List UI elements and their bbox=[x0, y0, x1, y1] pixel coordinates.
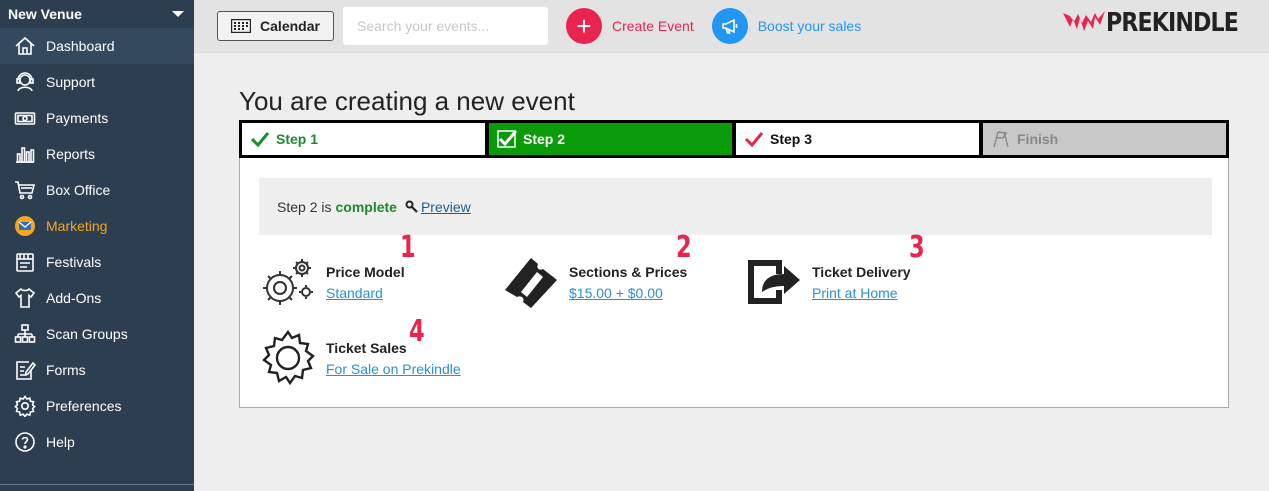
item-title: Ticket Sales bbox=[326, 339, 407, 356]
help-icon bbox=[14, 431, 36, 453]
home-icon bbox=[14, 35, 36, 57]
create-event-label: Create Event bbox=[612, 18, 694, 34]
step-content-panel: Step 2 is complete Preview Price Model S… bbox=[239, 158, 1229, 408]
sidebar-item-label: Scan Groups bbox=[46, 326, 128, 342]
checked-box-icon bbox=[497, 130, 517, 148]
preview-link[interactable]: Preview bbox=[405, 199, 471, 215]
cog-icon bbox=[262, 329, 315, 386]
festivals-icon bbox=[14, 251, 36, 273]
price-model-link[interactable]: Standard bbox=[326, 285, 405, 301]
prekindle-logo[interactable]: PREKINDLE bbox=[1062, 8, 1261, 38]
preview-label: Preview bbox=[420, 198, 471, 215]
status-state: complete bbox=[335, 198, 397, 215]
sidebar-item-label: Help bbox=[46, 434, 75, 450]
magnifier-icon bbox=[405, 200, 418, 213]
ticket-icon bbox=[505, 258, 557, 308]
annotation-number: 1 bbox=[400, 230, 416, 265]
sidebar-item-forms[interactable]: Forms bbox=[0, 352, 194, 388]
sidebar-item-label: Dashboard bbox=[46, 38, 115, 54]
item-title: Price Model bbox=[326, 263, 405, 280]
step-2-tab[interactable]: Step 2 bbox=[489, 123, 732, 155]
calendar-button[interactable]: Calendar bbox=[217, 11, 334, 41]
sidebar-item-label: Payments bbox=[46, 110, 109, 126]
page-title: You are creating a new event bbox=[239, 86, 575, 116]
sections-prices-item: Sections & Prices $15.00 + $0.00 bbox=[501, 252, 687, 312]
step-1-tab[interactable]: Step 1 bbox=[242, 123, 485, 155]
sidebar-item-payments[interactable]: Payments bbox=[0, 100, 194, 136]
create-event-button[interactable]: + Create Event bbox=[566, 8, 694, 44]
sidebar-item-label: Add-Ons bbox=[46, 290, 102, 306]
scan-groups-icon bbox=[14, 323, 36, 345]
marketing-icon bbox=[14, 215, 36, 237]
sidebar-item-preferences[interactable]: Preferences bbox=[0, 388, 194, 424]
ticket-delivery-link[interactable]: Print at Home bbox=[812, 285, 911, 301]
ticket-delivery-item: Ticket Delivery Print at Home bbox=[744, 252, 911, 312]
sidebar-item-label: Support bbox=[46, 74, 96, 90]
annotation-number: 2 bbox=[676, 230, 692, 265]
finish-tab[interactable]: Finish bbox=[983, 123, 1226, 155]
sidebar-item-marketing[interactable]: Marketing bbox=[0, 208, 194, 244]
item-title: Sections & Prices bbox=[569, 263, 688, 280]
shirt-icon bbox=[14, 287, 36, 309]
sidebar-item-reports[interactable]: Reports bbox=[0, 136, 194, 172]
sidebar-item-festivals[interactable]: Festivals bbox=[0, 244, 194, 280]
item-title: Ticket Delivery bbox=[812, 263, 911, 280]
sidebar-item-support[interactable]: Support bbox=[0, 64, 194, 100]
sidebar-item-help[interactable]: Help bbox=[0, 424, 194, 460]
step-label: Finish bbox=[1017, 131, 1059, 147]
sidebar-item-label: Preferences bbox=[46, 398, 122, 414]
sidebar: New Venue Dashboard Support Payments Rep… bbox=[0, 0, 194, 491]
ticket-sales-link[interactable]: For Sale on Prekindle bbox=[326, 361, 461, 377]
payments-icon bbox=[14, 107, 36, 129]
sidebar-item-add-ons[interactable]: Add-Ons bbox=[0, 280, 194, 316]
sidebar-item-label: Marketing bbox=[46, 218, 108, 234]
step-3-tab[interactable]: Step 3 bbox=[736, 123, 979, 155]
sidebar-item-scan-groups[interactable]: Scan Groups bbox=[0, 316, 194, 352]
status-prefix: Step 2 is bbox=[277, 198, 332, 215]
ticket-sales-item: Ticket Sales For Sale on Prekindle bbox=[258, 328, 461, 388]
cart-icon bbox=[14, 179, 36, 201]
calendar-label: Calendar bbox=[260, 18, 320, 34]
sidebar-item-dashboard[interactable]: Dashboard bbox=[0, 28, 194, 64]
flags-icon bbox=[993, 131, 1009, 148]
annotation-number: 3 bbox=[909, 230, 925, 265]
venue-selector[interactable]: New Venue bbox=[0, 0, 194, 28]
sidebar-item-box-office[interactable]: Box Office bbox=[0, 172, 194, 208]
step-progress-bar: Step 1 Step 2 Step 3 Finish bbox=[239, 120, 1229, 158]
sidebar-item-label: Reports bbox=[46, 146, 96, 162]
status-box: Step 2 is complete Preview bbox=[259, 178, 1212, 235]
checkmark-icon bbox=[744, 132, 764, 148]
venue-name: New Venue bbox=[8, 6, 82, 22]
annotation-number: 4 bbox=[409, 314, 425, 349]
flame-logo-icon bbox=[1062, 11, 1105, 31]
megaphone-icon bbox=[711, 8, 748, 44]
support-icon bbox=[14, 71, 36, 93]
step-label: Step 3 bbox=[770, 131, 813, 147]
sections-prices-link[interactable]: $15.00 + $0.00 bbox=[569, 285, 687, 301]
gear-icon bbox=[14, 395, 36, 417]
sidebar-item-label: Box Office bbox=[46, 182, 111, 198]
step-label: Step 2 bbox=[523, 131, 566, 147]
plus-icon: + bbox=[566, 8, 602, 44]
sidebar-item-label: Festivals bbox=[46, 254, 102, 270]
search-input[interactable] bbox=[343, 7, 548, 45]
caret-down-icon bbox=[172, 11, 184, 17]
logo-text: PREKINDLE bbox=[1105, 8, 1239, 38]
top-bar: Calendar + Create Event Boost your sales… bbox=[194, 0, 1269, 53]
step-label: Step 1 bbox=[276, 131, 319, 147]
checkmark-icon bbox=[250, 132, 270, 148]
forms-icon bbox=[14, 359, 36, 381]
gears-icon bbox=[263, 259, 313, 305]
share-out-icon bbox=[748, 260, 800, 304]
calendar-icon bbox=[231, 19, 252, 33]
sidebar-item-label: Forms bbox=[46, 362, 86, 378]
sidebar-divider bbox=[0, 484, 194, 485]
price-model-item: Price Model Standard bbox=[258, 252, 405, 312]
reports-icon bbox=[14, 143, 36, 165]
boost-sales-label: Boost your sales bbox=[757, 18, 862, 34]
boost-sales-button[interactable]: Boost your sales bbox=[711, 8, 862, 44]
